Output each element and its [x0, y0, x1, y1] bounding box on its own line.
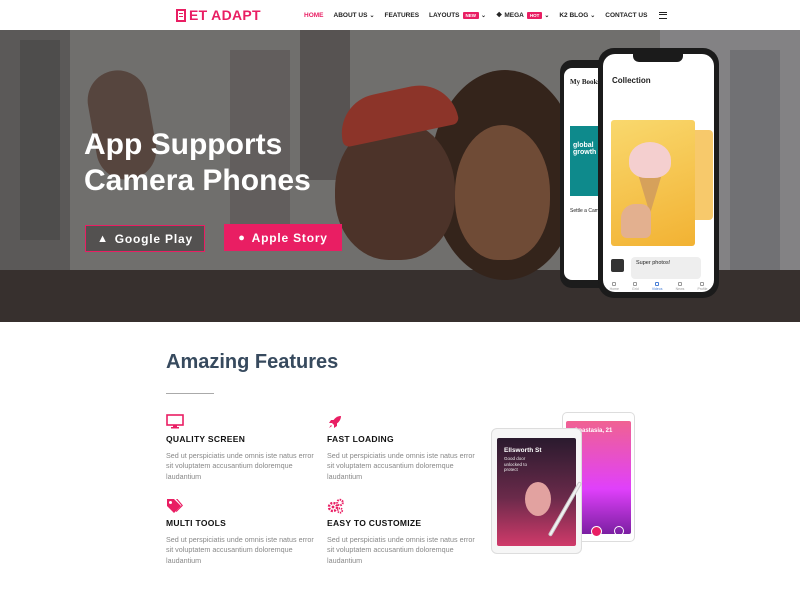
- chevron-down-icon: ⌄: [590, 12, 596, 19]
- nav-item-mega[interactable]: ❖ MEGA HOT ⌄: [496, 11, 549, 19]
- hand-image: [621, 204, 651, 238]
- tablet-screen: Ellsworth St Good door unlocked to prote…: [497, 438, 576, 546]
- user-icon: [700, 282, 705, 286]
- tab-label: Grid: [632, 287, 639, 291]
- phone-notch: [633, 54, 683, 62]
- tab-label: News: [675, 287, 685, 291]
- title-divider: [166, 393, 214, 394]
- chevron-down-icon: ⌄: [544, 12, 550, 19]
- tab-label: Home: [609, 287, 619, 291]
- rocket-icon: [327, 414, 477, 430]
- tablet-mockup-front: Ellsworth St Good door unlocked to prote…: [491, 428, 582, 554]
- nav-item-contact-us[interactable]: CONTACT US: [605, 12, 647, 19]
- chat-bubble: Super photos!: [631, 257, 701, 279]
- nav-item-home[interactable]: HOME: [304, 12, 324, 19]
- nav-label: ABOUT US: [333, 11, 368, 19]
- feature-heading: QUALITY SCREEN: [166, 434, 246, 444]
- hamburger-menu-icon[interactable]: [659, 11, 668, 19]
- bell-icon: [677, 282, 682, 286]
- button-label: Google Play: [114, 231, 193, 246]
- feature-description: Sed ut perspiciatis unde omnis iste natu…: [166, 451, 314, 481]
- nav-item-features[interactable]: FEATURES: [384, 12, 419, 19]
- hero-title-line: App Supports: [84, 128, 283, 161]
- hero-title-line: Camera Phones: [84, 164, 311, 197]
- tab-label: Videos: [651, 287, 663, 291]
- video-icon: [655, 282, 660, 286]
- feature-quality-screen: QUALITY SCREEN Sed ut perspiciatis unde …: [166, 414, 316, 482]
- main-nav: HOME ABOUT US ⌄ FEATURES LAYOUTS NEW ⌄ ❖ MEG…: [304, 0, 668, 30]
- hero-banner: App Supports Camera Phones ▲ Google Play…: [0, 30, 800, 322]
- site-header: ET ADAPT HOME ABOUT US ⌄ FEATURES LAYOUTS…: [0, 0, 800, 30]
- phone-screen: Collection Super photos! Home Grid Video…: [603, 54, 714, 292]
- tab-grid: Grid: [632, 282, 639, 291]
- gears-icon: [327, 498, 477, 514]
- feature-description: Sed ut perspiciatis unde omnis iste natu…: [166, 535, 314, 565]
- feature-easy-to-customize: EASY TO CUSTOMIZE Sed ut perspiciatis un…: [327, 498, 477, 566]
- nav-label: LAYOUTS: [429, 11, 460, 19]
- feature-description: Sed ut perspiciatis unde omnis iste natu…: [327, 451, 475, 481]
- tab-label: Profile: [697, 287, 708, 291]
- logo-text: ET ADAPT: [189, 7, 261, 23]
- nav-label: HOME: [304, 11, 324, 19]
- monitor-icon: [166, 414, 316, 430]
- ice-cream-photo: [611, 120, 695, 246]
- new-badge: NEW: [462, 11, 480, 19]
- logo-icon: [176, 8, 186, 22]
- grid-icon: [633, 282, 638, 286]
- feature-description: Sed ut perspiciatis unde omnis iste natu…: [327, 535, 475, 565]
- phone-tab-bar: Home Grid Videos News Profile: [603, 282, 714, 292]
- nav-label: CONTACT US: [605, 11, 648, 19]
- feature-heading: MULTI TOOLS: [166, 518, 227, 528]
- nav-item-layouts[interactable]: LAYOUTS NEW ⌄: [429, 11, 487, 19]
- mega-menu-icon: ❖: [496, 12, 503, 19]
- home-icon: [612, 282, 617, 286]
- tab-profile: Profile: [697, 282, 708, 291]
- apple-store-button[interactable]: ● Apple Story: [224, 224, 342, 251]
- tags-icon: [166, 498, 316, 514]
- record-icon: [591, 526, 602, 537]
- nav-item-about-us[interactable]: ABOUT US ⌄: [334, 12, 375, 19]
- hero-title: App Supports Camera Phones: [84, 127, 414, 199]
- tab-news: News: [675, 282, 685, 291]
- nav-label: MEGA: [504, 11, 524, 19]
- scoop-image: [629, 142, 671, 178]
- chevron-down-icon: ⌄: [481, 12, 487, 19]
- phone-app-title: Collection: [612, 76, 651, 85]
- feature-heading: FAST LOADING: [327, 434, 394, 444]
- phone-mockup-front: Collection Super photos! Home Grid Video…: [598, 48, 719, 298]
- avatar: [611, 259, 624, 272]
- site-logo[interactable]: ET ADAPT: [176, 7, 261, 23]
- nav-item-k2-blog[interactable]: K2 BLOG ⌄: [559, 12, 595, 19]
- hot-badge: HOT: [526, 11, 543, 19]
- nav-label: FEATURES: [384, 11, 420, 19]
- button-label: Apple Story: [251, 230, 328, 245]
- android-icon: ▲: [97, 232, 109, 245]
- chevron-down-icon: ⌄: [369, 12, 375, 19]
- tab-home: Home: [610, 282, 619, 291]
- feature-multi-tools: MULTI TOOLS Sed ut perspiciatis unde omn…: [166, 498, 316, 566]
- nav-label: K2 BLOG: [559, 11, 589, 19]
- book-caption: Settle a Came: [570, 208, 602, 214]
- google-play-button[interactable]: ▲ Google Play: [85, 225, 205, 252]
- feature-heading: EASY TO CUSTOMIZE: [327, 518, 422, 528]
- tab-videos: Videos: [651, 282, 663, 291]
- camera-switch-icon: [614, 526, 624, 536]
- location-subtitle: Good door unlocked to protect: [504, 456, 528, 472]
- features-title: Amazing Features: [166, 351, 339, 373]
- location-title: Ellsworth St: [504, 447, 542, 454]
- portrait-image: [525, 482, 551, 516]
- feature-fast-loading: FAST LOADING Sed ut perspiciatis unde om…: [327, 414, 477, 482]
- apple-icon: ●: [238, 231, 246, 244]
